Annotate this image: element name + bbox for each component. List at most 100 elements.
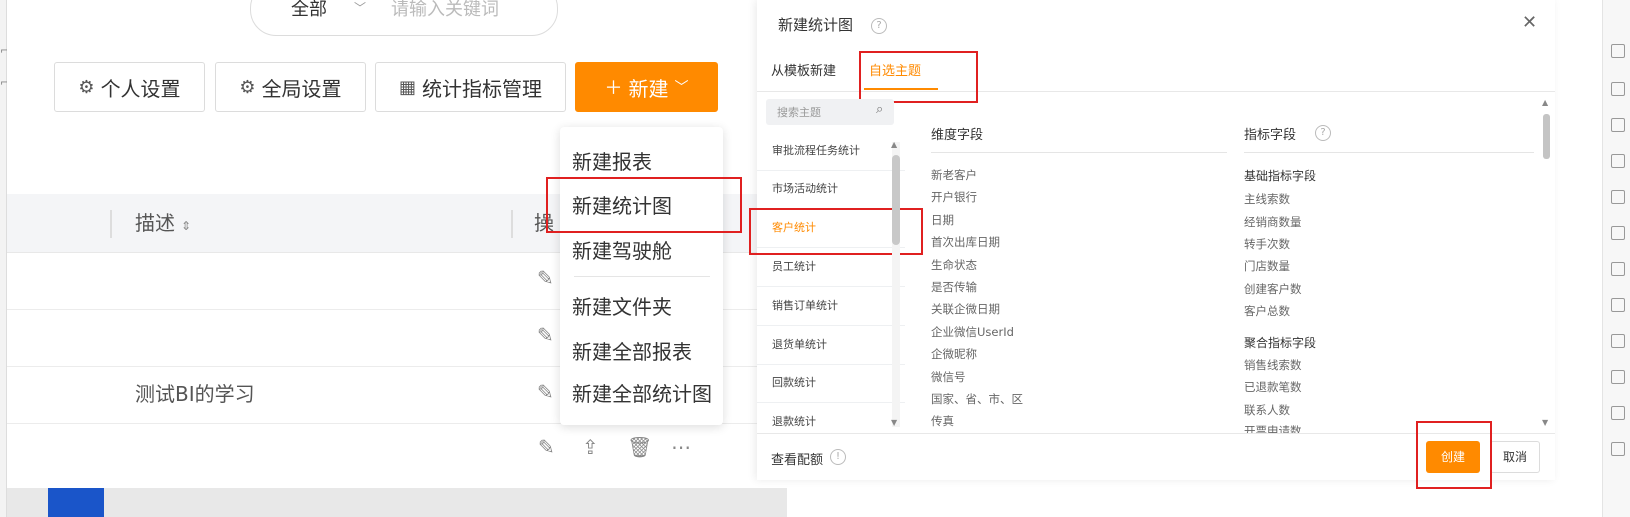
highlight-box <box>1416 421 1492 489</box>
metric-field[interactable]: 客户总数 <box>1244 303 1290 319</box>
dimension-field[interactable]: 传真 <box>931 413 954 429</box>
column-divider <box>110 210 112 238</box>
topic-item[interactable]: 审批流程任务统计 <box>757 132 905 171</box>
edit-icon <box>1611 334 1625 348</box>
background-left-strip: ⌐ ⌐ <box>0 0 9 517</box>
dialog-title: 新建统计图 <box>778 16 854 34</box>
gear-icon: ⚙ <box>239 76 256 98</box>
metric-header: 指标字段 <box>1244 128 1297 143</box>
info-icon[interactable]: ! <box>830 449 846 465</box>
topic-item[interactable]: 销售订单统计 <box>757 287 905 326</box>
dimension-field[interactable]: 日期 <box>931 212 954 228</box>
close-icon[interactable]: ✕ <box>1522 12 1537 33</box>
edit-icon[interactable]: ✎ <box>537 380 554 404</box>
edit-icon[interactable]: ✎ <box>538 435 555 459</box>
dimension-field[interactable]: 是否传输 <box>931 279 977 295</box>
help-icon[interactable]: ? <box>1315 125 1331 141</box>
dimension-field[interactable]: 关联企微日期 <box>931 301 1000 317</box>
highlight-box <box>546 177 742 233</box>
menu-item-new-all-reports[interactable]: 新建全部报表 <box>572 336 692 365</box>
topic-item[interactable]: 市场活动统计 <box>757 170 905 209</box>
menu-divider <box>574 276 710 277</box>
edit-icon <box>1611 298 1625 312</box>
column-header-description[interactable]: 描述 ⇕ <box>135 194 191 252</box>
edit-icon[interactable]: ✎ <box>537 323 554 347</box>
topic-item[interactable]: 退货单统计 <box>757 326 905 365</box>
menu-item-new-folder[interactable]: 新建文件夹 <box>572 291 672 320</box>
share-icon[interactable]: ⇪ <box>582 435 599 459</box>
edit-icon <box>1611 226 1625 240</box>
view-quota-link[interactable]: 查看配额 <box>771 449 823 468</box>
personal-settings-button[interactable]: ⚙ 个人设置 <box>54 62 205 112</box>
metric-group-title: 基础指标字段 <box>1244 169 1317 183</box>
cancel-button[interactable]: 取消 <box>1490 441 1540 473</box>
search-icon[interactable]: ⌕ <box>876 102 883 117</box>
metric-field[interactable]: 联系人数 <box>1244 402 1290 418</box>
chevron-down-icon: ﹀ <box>674 80 689 96</box>
new-button[interactable]: ＋ 新建 ﹀ <box>575 62 718 112</box>
highlight-box <box>859 51 978 103</box>
topic-search-field[interactable]: 搜索主题 ⌕ <box>766 99 894 125</box>
metric-field[interactable]: 销售线索数 <box>1244 357 1302 373</box>
metrics-management-button[interactable]: ▦ 统计指标管理 <box>375 62 566 112</box>
metric-group-title: 聚合指标字段 <box>1244 336 1317 350</box>
scroll-up-arrow[interactable]: ▲ <box>891 140 897 149</box>
global-settings-label: 全局设置 <box>261 76 342 101</box>
dimension-field[interactable]: 企微昵称 <box>931 346 977 362</box>
background-bottom-bar <box>7 488 787 517</box>
topic-list-scroll-thumb[interactable] <box>892 155 900 245</box>
column-divider <box>511 210 513 238</box>
metric-field[interactable]: 主线索数 <box>1244 191 1290 207</box>
metric-field[interactable]: 门店数量 <box>1244 258 1290 274</box>
edit-icon[interactable]: ✎ <box>537 266 554 290</box>
menu-item-new-all-charts[interactable]: 新建全部统计图 <box>572 378 712 407</box>
metrics-management-label: 统计指标管理 <box>422 76 542 101</box>
dimension-field[interactable]: 开户银行 <box>931 189 977 205</box>
metric-field[interactable]: 创建客户数 <box>1244 281 1302 297</box>
edit-icon <box>1611 406 1625 420</box>
more-icon[interactable]: ⋯ <box>671 435 691 459</box>
topic-search-input[interactable]: 搜索主题 <box>777 104 821 120</box>
row-description: 测试BI的学习 <box>135 382 255 406</box>
metric-field[interactable]: 开票申请数 <box>1244 423 1302 433</box>
metric-field[interactable]: 已退款笔数 <box>1244 379 1302 395</box>
search-input[interactable]: 请输入关键词 <box>391 0 499 21</box>
metric-field[interactable]: 经销商数量 <box>1244 214 1302 230</box>
dimension-field[interactable]: 企业微信UserId <box>931 324 1014 340</box>
gear-icon: ⚙ <box>78 76 95 98</box>
background-brand-block <box>48 488 104 517</box>
menu-item-new-cockpit[interactable]: 新建驾驶舱 <box>572 235 672 264</box>
metric-field[interactable]: 转手次数 <box>1244 236 1290 252</box>
topic-item[interactable]: 回款统计 <box>757 364 905 403</box>
new-menu-dropdown: 新建报表 新建统计图 新建驾驶舱 新建文件夹 新建全部报表 新建全部统计图 <box>560 127 723 425</box>
dimension-field[interactable]: 生命状态 <box>931 257 977 273</box>
tab-from-template[interactable]: 从模板新建 <box>771 60 836 79</box>
scroll-down-arrow[interactable]: ▼ <box>891 418 897 427</box>
background-panel: 全部 ﹀ 请输入关键词 ⚙ 个人设置 ⚙ 全局设置 ▦ 统计指标管理 ＋ 新建 … <box>7 0 779 488</box>
edit-icon <box>1611 154 1625 168</box>
new-button-label: 新建 <box>628 76 669 101</box>
personal-settings-label: 个人设置 <box>100 76 181 101</box>
dimension-field[interactable]: 微信号 <box>931 369 966 385</box>
search-bar[interactable]: 全部 ﹀ 请输入关键词 <box>250 0 558 36</box>
dimension-field[interactable]: 首次出库日期 <box>931 234 1000 250</box>
search-scope-select[interactable]: 全部 <box>291 0 327 21</box>
sort-icon[interactable]: ⇕ <box>181 219 191 233</box>
edit-icon <box>1611 118 1625 132</box>
help-icon[interactable]: ? <box>871 18 887 34</box>
plus-icon: ＋ <box>604 78 623 99</box>
trash-icon[interactable]: 🗑 <box>627 435 652 459</box>
edit-icon <box>1611 190 1625 204</box>
edit-icon <box>1611 262 1625 276</box>
topic-item[interactable]: 退款统计 <box>757 403 905 441</box>
dimension-field[interactable]: 国家、省、市、区 <box>931 391 1023 407</box>
dimension-field[interactable]: 新老客户 <box>931 167 977 183</box>
scroll-up-arrow[interactable]: ▲ <box>1542 98 1548 107</box>
column-header-label: 描述 <box>135 211 175 235</box>
fields-scroll-thumb[interactable] <box>1543 114 1550 159</box>
table-row[interactable]: ✎ ⇪ 🗑 ⋯ <box>7 423 779 480</box>
edit-icon <box>1611 370 1625 384</box>
scroll-down-arrow[interactable]: ▼ <box>1542 418 1548 427</box>
global-settings-button[interactable]: ⚙ 全局设置 <box>215 62 366 112</box>
menu-item-new-report[interactable]: 新建报表 <box>572 146 652 175</box>
